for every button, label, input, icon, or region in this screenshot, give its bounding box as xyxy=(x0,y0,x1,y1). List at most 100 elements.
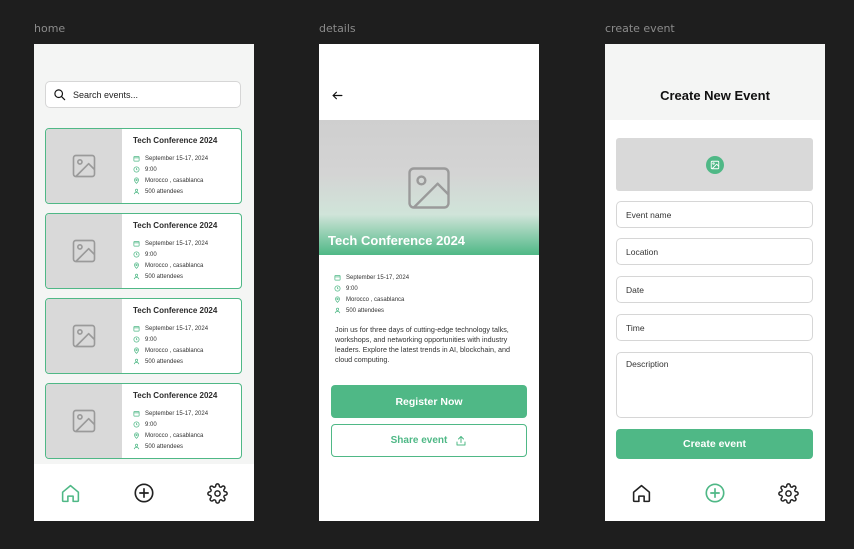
event-attendees-text: 500 attendees xyxy=(145,358,184,365)
event-description: Join us for three days of cutting-edge t… xyxy=(335,325,510,364)
location-pin-icon xyxy=(134,177,139,184)
event-location: Morocco , casablanca xyxy=(133,432,203,439)
location-pin-icon xyxy=(134,347,139,354)
event-card[interactable]: Tech Conference 2024 September 15-17, 20… xyxy=(45,128,242,204)
event-title: Tech Conference 2024 xyxy=(133,136,218,145)
image-icon xyxy=(72,324,96,348)
user-icon xyxy=(133,188,140,195)
clock-icon xyxy=(133,166,140,173)
home-icon[interactable] xyxy=(60,483,81,504)
event-location: Morocco , casablanca xyxy=(133,347,203,354)
user-icon xyxy=(133,358,140,365)
clock-icon xyxy=(334,285,341,292)
event-location-text: Morocco , casablanca xyxy=(145,177,204,184)
date-field[interactable] xyxy=(616,276,813,303)
add-circle-icon[interactable] xyxy=(704,482,726,504)
event-attendees: 500 attendees xyxy=(133,188,183,195)
event-card[interactable]: Tech Conference 2024 September 15-17, 20… xyxy=(45,213,242,289)
event-image-placeholder xyxy=(46,214,122,288)
time-field[interactable] xyxy=(616,314,813,341)
event-image-placeholder xyxy=(46,299,122,373)
upload-image-button[interactable] xyxy=(705,155,724,174)
event-date-text: September 15-17, 2024 xyxy=(145,155,209,162)
bottom-nav xyxy=(605,465,825,521)
image-icon xyxy=(72,239,96,263)
gear-icon[interactable] xyxy=(778,482,799,504)
event-time-text: 9:00 xyxy=(145,251,157,258)
user-icon xyxy=(133,443,140,450)
event-card[interactable]: Tech Conference 2024 September 15-17, 20… xyxy=(45,298,242,374)
event-attendees: 500 attendees xyxy=(133,273,183,280)
event-attendees-text: 500 attendees xyxy=(145,443,184,450)
event-name-field[interactable] xyxy=(616,201,813,228)
event-list[interactable]: Tech Conference 2024 September 15-17, 20… xyxy=(34,120,254,464)
register-button[interactable]: Register Now xyxy=(331,385,527,418)
event-title: Tech Conference 2024 xyxy=(133,306,218,315)
back-arrow-icon[interactable] xyxy=(331,89,344,102)
event-location-text: Morocco , casablanca xyxy=(145,432,204,439)
frame-label-details: details xyxy=(319,22,356,35)
calendar-icon xyxy=(133,241,140,247)
event-date-text: September 15-17, 2024 xyxy=(145,325,209,332)
event-attendees: 500 attendees xyxy=(133,443,183,450)
event-attendees-text: 500 attendees xyxy=(145,273,184,280)
search-input[interactable] xyxy=(71,88,225,101)
event-card[interactable]: Tech Conference 2024 September 15-17, 20… xyxy=(45,383,242,459)
location-field[interactable] xyxy=(616,238,813,265)
share-event-button[interactable]: Share event xyxy=(331,424,527,457)
event-title: Tech Conference 2024 xyxy=(133,391,218,400)
create-event-button[interactable]: Create event xyxy=(616,429,813,459)
image-icon xyxy=(710,160,719,169)
event-time-text: 9:00 xyxy=(145,166,157,173)
event-location: Morocco , casablanca xyxy=(133,177,203,184)
event-title: Tech Conference 2024 xyxy=(328,233,466,248)
event-time-text: 9:00 xyxy=(145,421,157,428)
image-icon xyxy=(72,154,96,178)
location-pin-icon xyxy=(335,296,340,303)
event-time: 9:00 xyxy=(133,421,157,428)
event-date-text: September 15-17, 2024 xyxy=(346,274,410,281)
image-icon xyxy=(72,409,96,433)
event-image-placeholder xyxy=(46,129,122,203)
event-date-text: September 15-17, 2024 xyxy=(145,410,209,417)
calendar-icon xyxy=(133,326,140,332)
search-icon xyxy=(54,89,66,101)
home-screen: Tech Conference 2024 September 15-17, 20… xyxy=(34,44,254,521)
home-icon[interactable] xyxy=(631,483,652,504)
event-date: September 15-17, 2024 xyxy=(133,240,208,247)
frame-label-home: home xyxy=(34,22,66,35)
event-image-placeholder xyxy=(46,384,122,458)
user-icon xyxy=(334,307,341,314)
event-date-text: September 15-17, 2024 xyxy=(145,240,209,247)
create-event-screen: Create New Event Create event xyxy=(605,44,825,521)
search-bar[interactable] xyxy=(45,81,241,108)
event-title: Tech Conference 2024 xyxy=(133,221,218,230)
image-upload[interactable] xyxy=(616,138,813,191)
event-time-text: 9:00 xyxy=(145,336,157,343)
event-time: 9:00 xyxy=(133,166,157,173)
clock-icon xyxy=(133,251,140,258)
event-time: 9:00 xyxy=(133,336,157,343)
add-circle-icon[interactable] xyxy=(133,482,155,504)
event-attendees-text: 500 attendees xyxy=(346,307,385,314)
description-field[interactable] xyxy=(616,352,813,418)
event-location-text: Morocco , casablanca xyxy=(145,347,204,354)
event-location-text: Morocco , casablanca xyxy=(346,296,405,303)
event-attendees: 500 attendees xyxy=(133,358,183,365)
user-icon xyxy=(133,273,140,280)
page-title: Create New Event xyxy=(660,88,770,103)
frame-label-create: create event xyxy=(605,22,675,35)
event-date: September 15-17, 2024 xyxy=(334,274,409,281)
event-date: September 15-17, 2024 xyxy=(133,155,208,162)
gear-icon[interactable] xyxy=(207,482,228,504)
event-time: 9:00 xyxy=(133,251,157,258)
event-time-text: 9:00 xyxy=(346,285,358,292)
event-date: September 15-17, 2024 xyxy=(133,325,208,332)
event-attendees: 500 attendees xyxy=(334,307,384,314)
calendar-icon xyxy=(133,156,140,162)
image-icon xyxy=(408,167,450,209)
event-attendees-text: 500 attendees xyxy=(145,188,184,195)
location-pin-icon xyxy=(134,432,139,439)
clock-icon xyxy=(133,336,140,343)
details-screen: Tech Conference 2024 September 15-17, 20… xyxy=(319,44,539,521)
